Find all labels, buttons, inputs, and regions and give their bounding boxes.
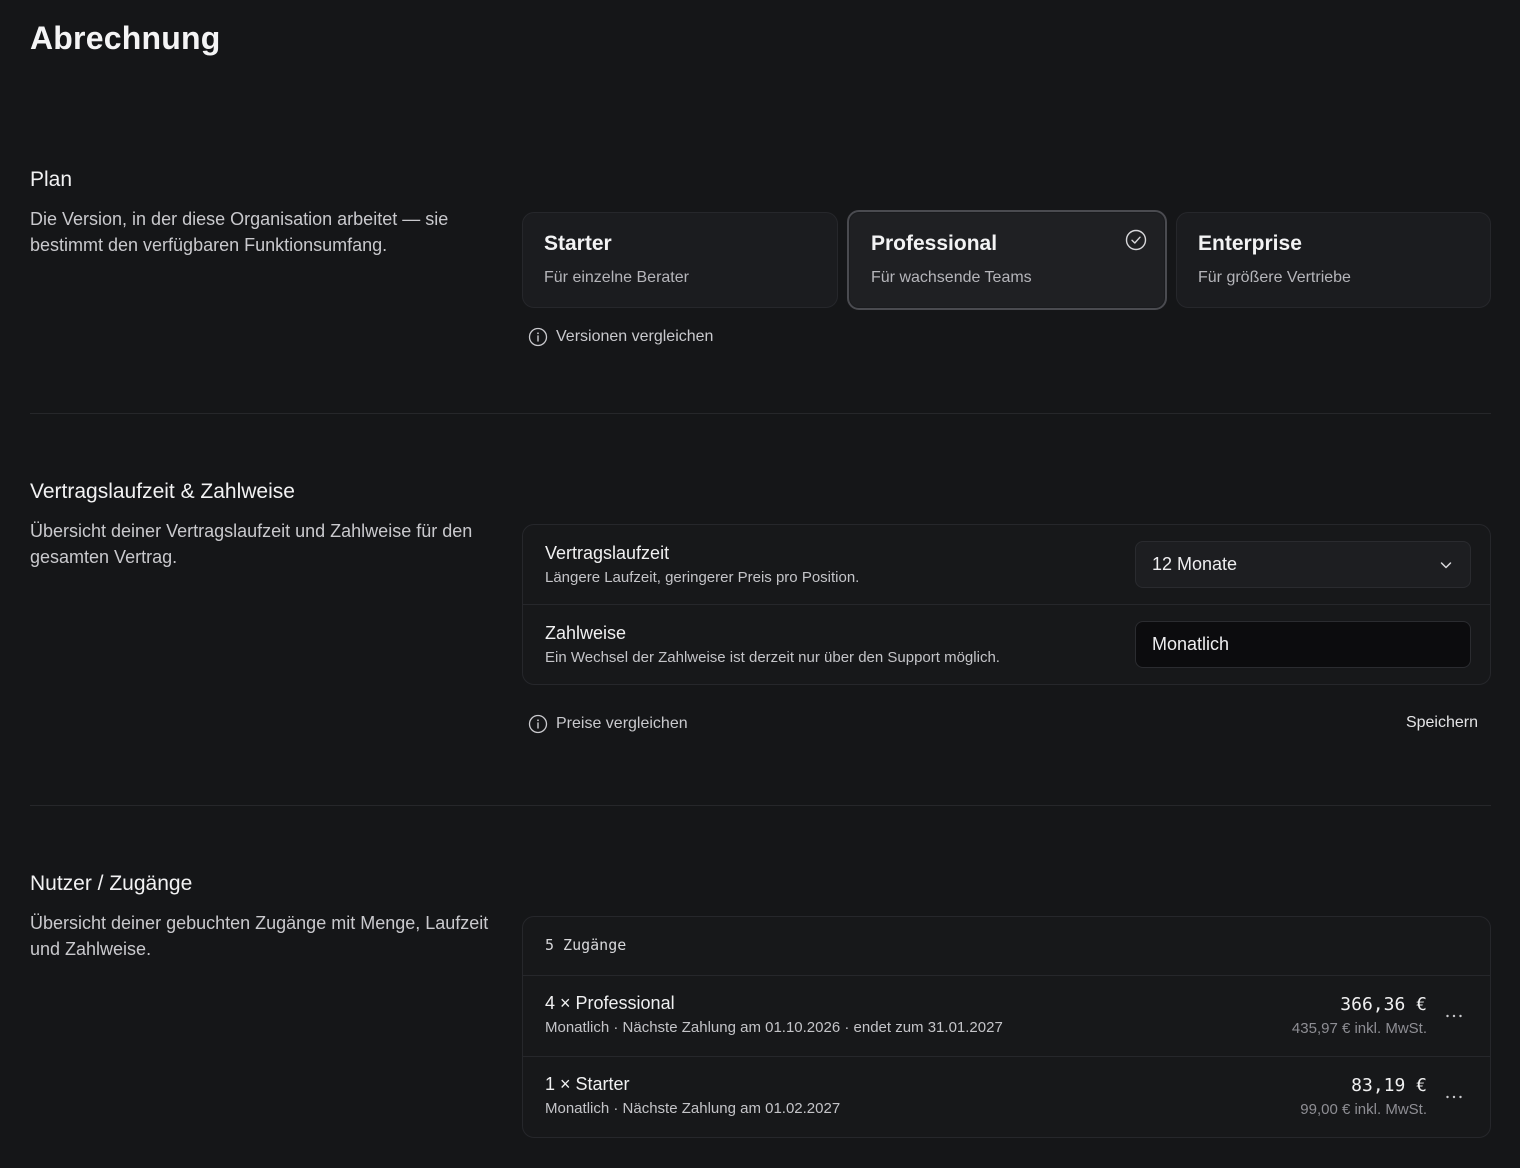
info-icon (528, 714, 548, 734)
section-divider (30, 413, 1491, 414)
compare-versions-link[interactable]: Versionen vergleichen (528, 327, 713, 347)
contract-settings-box: Vertragslaufzeit Längere Laufzeit, gerin… (522, 524, 1491, 685)
plan-card-professional[interactable]: Professional Für wachsende Teams (847, 210, 1167, 310)
payment-hint: Ein Wechsel der Zahlweise ist derzeit nu… (545, 649, 1000, 666)
user-row-price-gross: 435,97 € inkl. MwSt. (1291, 1020, 1427, 1037)
users-section-description: Übersicht deiner gebuchten Zugänge mit M… (30, 913, 489, 959)
plan-subtitle: Für einzelne Berater (544, 269, 689, 286)
contract-section-description: Übersicht deiner Vertragslaufzeit und Za… (30, 521, 473, 567)
plan-section-title: Plan (30, 168, 73, 191)
billing-page: Abrechnung Plan Die Version, in der dies… (0, 0, 1520, 1168)
page-title: Abrechnung (30, 20, 221, 56)
compare-prices-link[interactable]: Preise vergleichen (528, 714, 688, 734)
check-circle-icon (1125, 229, 1147, 251)
user-row-subtitle: Monatlich · Nächste Zahlung am 01.10.202… (545, 1019, 1003, 1036)
users-header: 5 Zugänge (523, 917, 1490, 976)
user-row: 1 × Starter Monatlich · Nächste Zahlung … (523, 1057, 1490, 1138)
contract-section-title: Vertragslaufzeit & Zahlweise (30, 480, 295, 503)
user-row: 4 × Professional Monatlich · Nächste Zah… (523, 976, 1490, 1057)
plan-name: Professional (871, 232, 998, 255)
payment-field: Monatlich (1135, 621, 1471, 668)
user-row-title: 4 × Professional (545, 993, 675, 1013)
more-horizontal-icon[interactable] (1444, 1087, 1464, 1107)
plan-card-starter[interactable]: Starter Für einzelne Berater (522, 212, 838, 308)
chevron-down-icon (1440, 561, 1452, 568)
users-count: 5 Zugänge (545, 936, 627, 954)
payment-label: Zahlweise (545, 623, 627, 643)
plan-name: Starter (544, 232, 612, 255)
plan-subtitle: Für größere Vertriebe (1198, 269, 1351, 286)
plan-subtitle: Für wachsende Teams (871, 269, 1032, 286)
save-button[interactable]: Speichern (1406, 714, 1478, 732)
user-row-price: 83,19 € (1351, 1075, 1427, 1096)
user-row-price: 366,36 € (1340, 994, 1427, 1015)
users-section-title: Nutzer / Zugänge (30, 872, 193, 895)
info-icon (528, 327, 548, 347)
term-label: Vertragslaufzeit (545, 543, 670, 563)
term-hint: Längere Laufzeit, geringerer Preis pro P… (545, 569, 860, 586)
payment-row: Zahlweise Ein Wechsel der Zahlweise ist … (523, 605, 1490, 685)
user-row-subtitle: Monatlich · Nächste Zahlung am 01.02.202… (545, 1100, 841, 1117)
term-row: Vertragslaufzeit Längere Laufzeit, gerin… (523, 525, 1490, 605)
more-horizontal-icon[interactable] (1444, 1006, 1464, 1026)
compare-versions-label: Versionen vergleichen (556, 328, 714, 345)
plan-section-description: Die Version, in der diese Organisation a… (30, 209, 449, 255)
plan-name: Enterprise (1198, 232, 1302, 255)
term-select-value: 12 Monate (1152, 554, 1238, 574)
user-row-title: 1 × Starter (545, 1074, 630, 1094)
compare-prices-label: Preise vergleichen (556, 715, 688, 732)
section-divider (30, 805, 1491, 806)
term-select[interactable]: 12 Monate (1135, 541, 1471, 588)
plan-card-enterprise[interactable]: Enterprise Für größere Vertriebe (1176, 212, 1491, 308)
payment-field-value: Monatlich (1152, 634, 1230, 654)
user-row-price-gross: 99,00 € inkl. MwSt. (1300, 1101, 1427, 1118)
users-box: 5 Zugänge 4 × Professional Monatlich · N… (522, 916, 1491, 1138)
